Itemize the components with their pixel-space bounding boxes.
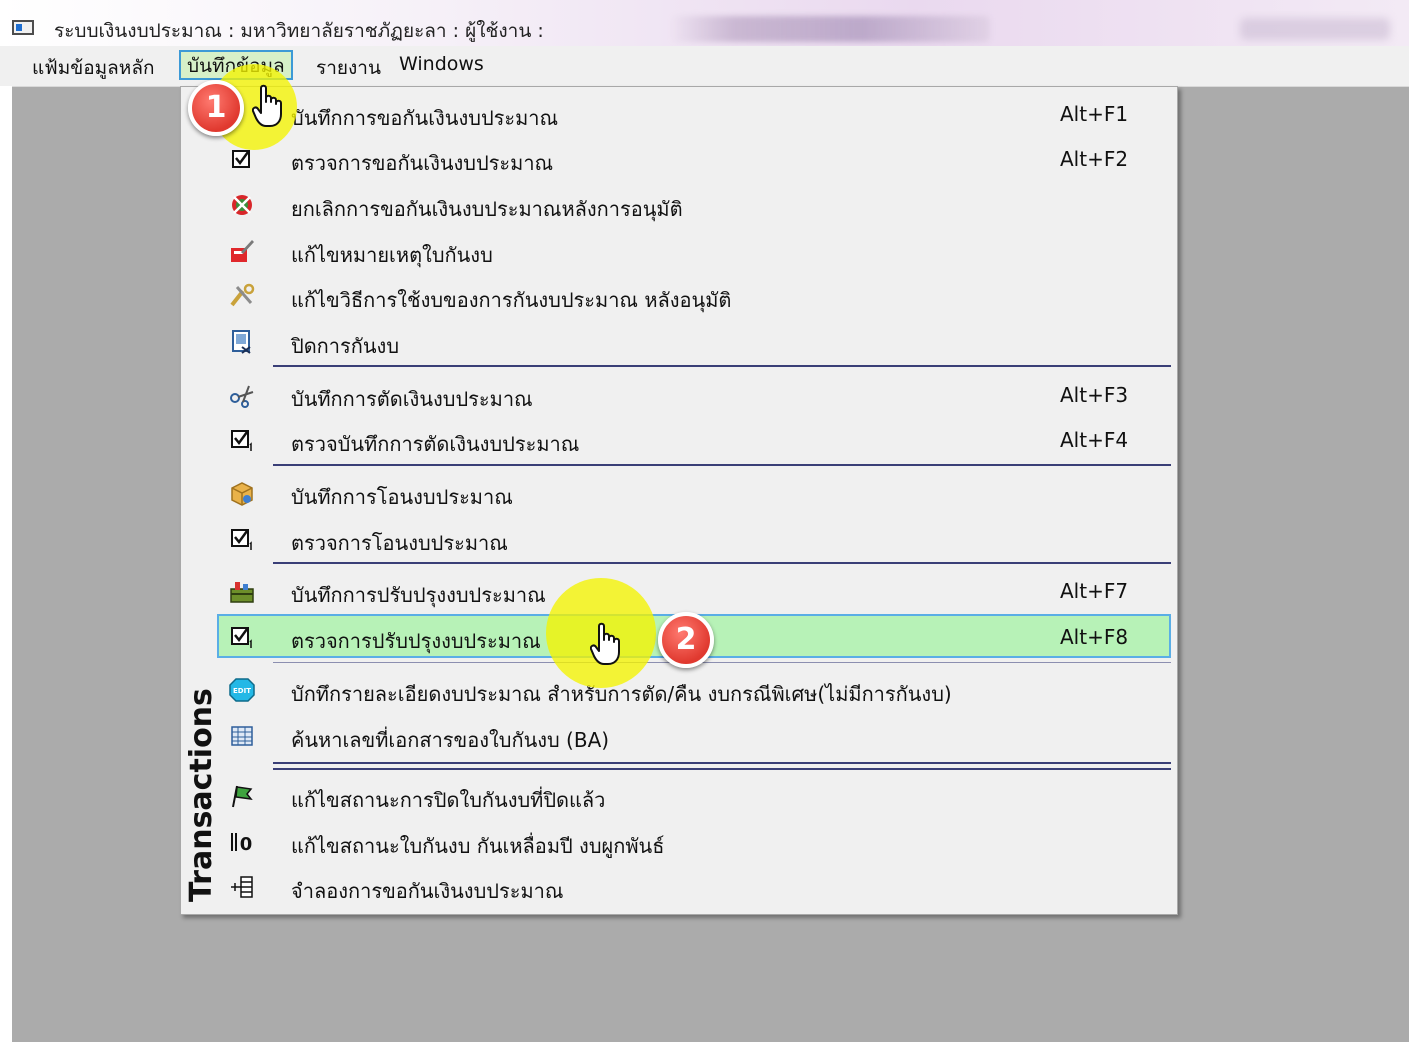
menu-master-data[interactable]: แฟ้มข้อมูลหลัก	[26, 53, 160, 83]
menu-item-label: แก้ไขวิธีการใช้งบของการกันงบประมาณ หลังอ…	[291, 288, 732, 312]
checkbox-one-icon	[229, 427, 255, 453]
menu-separator	[273, 768, 1171, 770]
menu-item-label: แก้ไขสถานะใบกันงบ กันเหลื่อมปี งบผูกพันธ…	[291, 834, 665, 858]
menu-item-record-budget-reservation[interactable]: บันทึกการขอกันเงินงบประมาณ Alt+F1	[217, 91, 1171, 135]
menu-item-edit-usage-method[interactable]: แก้ไขวิธีการใช้งบของการกันงบประมาณ หลังอ…	[217, 273, 1171, 317]
flag-icon	[229, 783, 255, 809]
step1-badge: 1	[188, 80, 244, 136]
cancel-globe-icon	[229, 192, 255, 218]
menu-item-search-ba-document[interactable]: ค้นหาเลขที่เอกสารของใบกันงบ (BA)	[217, 713, 1171, 757]
menu-item-close-reservation[interactable]: ปิดการกันงบ	[217, 319, 1171, 363]
hand-cursor-icon	[590, 622, 620, 665]
menu-item-label: ตรวจการขอกันเงินงบประมาณ	[291, 151, 554, 175]
menu-separator	[273, 464, 1171, 466]
status-number-icon: 0	[229, 829, 255, 855]
menu-item-label: ปิดการกันงบ	[291, 334, 400, 358]
edit-note-icon	[229, 238, 255, 264]
menu-item-label: บันทึกการโอนงบประมาณ	[291, 485, 513, 509]
checkbox-one-icon	[229, 526, 255, 552]
title-bar: ระบบเงินงบประมาณ : มหาวิทยาลัยราชภัฏยะลา…	[0, 0, 1409, 46]
menu-item-simulate-budget-reservation[interactable]: จำลองการขอกันเงินงบประมาณ	[217, 864, 1171, 908]
menu-item-record-special-budget-details[interactable]: EDIT บักทึกรายละเอียดงบประมาณ สำหรับการต…	[217, 667, 1171, 711]
menu-item-shortcut: Alt+F1	[1060, 102, 1129, 126]
menu-item-label: บันทึกการปรับปรุงงบประมาณ	[291, 583, 546, 607]
tools-icon	[229, 283, 255, 309]
menu-windows[interactable]: Windows	[393, 53, 490, 75]
menu-item-label: ยกเลิกการขอกันเงินงบประมาณหลังการอนุมัติ	[291, 197, 683, 221]
box-icon	[229, 480, 255, 506]
menu-item-label: ค้นหาเลขที่เอกสารของใบกันงบ (BA)	[291, 728, 610, 752]
menu-item-label: ตรวจบันทึกการตัดเงินงบประมาณ	[291, 432, 580, 456]
menu-item-shortcut: Alt+F8	[1060, 625, 1129, 649]
menu-item-label: แก้ไขหมายเหตุใบกันงบ	[291, 243, 493, 267]
scissors-icon	[229, 382, 255, 408]
client-area-edge	[0, 86, 12, 1042]
menu-separator	[273, 662, 1171, 663]
menu-item-check-budget-transfer[interactable]: ตรวจการโอนงบประมาณ	[217, 516, 1171, 560]
menu-item-shortcut: Alt+F3	[1060, 383, 1129, 407]
transactions-dropdown-menu: Transactions บันทึกการขอกันเงินงบประมาณ …	[180, 86, 1178, 915]
redacted-info	[1240, 18, 1390, 40]
menu-item-cancel-after-approval[interactable]: ยกเลิกการขอกันเงินงบประมาณหลังการอนุมัติ	[217, 182, 1171, 226]
menu-item-label: จำลองการขอกันเงินงบประมาณ	[291, 879, 564, 903]
menu-separator	[273, 762, 1171, 764]
menu-item-edit-carryover-status[interactable]: 0 แก้ไขสถานะใบกันงบ กันเหลื่อมปี งบผูกพั…	[217, 819, 1171, 863]
menu-item-record-budget-transfer[interactable]: บันทึกการโอนงบประมาณ	[217, 470, 1171, 514]
menu-item-label: ตรวจการปรับปรุงงบประมาณ	[291, 629, 541, 653]
hand-cursor-icon	[252, 84, 282, 127]
checkbox-one-icon	[229, 624, 255, 650]
menu-item-check-budget-reservation[interactable]: ตรวจการขอกันเงินงบประมาณ Alt+F2	[217, 136, 1171, 180]
menu-item-label: แก้ไขสถานะการปิดใบกันงบที่ปิดแล้ว	[291, 788, 606, 812]
table-grid-icon	[229, 723, 255, 749]
menu-item-edit-reservation-note[interactable]: แก้ไขหมายเหตุใบกันงบ	[217, 228, 1171, 272]
menu-item-edit-closed-status[interactable]: แก้ไขสถานะการปิดใบกันงบที่ปิดแล้ว	[217, 773, 1171, 817]
menu-item-shortcut: Alt+F7	[1060, 579, 1129, 603]
menu-item-shortcut: Alt+F4	[1060, 428, 1129, 452]
app-window-icon[interactable]	[12, 20, 34, 35]
toolbox-icon	[229, 578, 255, 604]
close-document-icon	[229, 329, 255, 355]
edit-badge-icon: EDIT	[229, 677, 255, 703]
redacted-username	[670, 16, 990, 42]
menu-item-record-budget-adjustment[interactable]: บันทึกการปรับปรุงงบประมาณ Alt+F7	[217, 568, 1171, 612]
menu-item-label: บันทึกการขอกันเงินงบประมาณ	[291, 106, 559, 130]
menu-item-shortcut: Alt+F2	[1060, 147, 1129, 171]
menu-item-label: บันทึกการตัดเงินงบประมาณ	[291, 387, 533, 411]
menu-reports[interactable]: รายงาน	[310, 53, 387, 83]
menu-item-check-budget-cut[interactable]: ตรวจบันทึกการตัดเงินงบประมาณ Alt+F4	[217, 417, 1171, 461]
window-title: ระบบเงินงบประมาณ : มหาวิทยาลัยราชภัฏยะลา…	[54, 20, 544, 42]
svg-text:EDIT: EDIT	[233, 687, 251, 695]
step2-badge: 2	[658, 612, 714, 668]
menu-separator	[273, 365, 1171, 367]
svg-text:0: 0	[240, 834, 253, 855]
transactions-side-label: Transactions	[184, 688, 219, 902]
menu-item-label: ตรวจการโอนงบประมาณ	[291, 531, 508, 555]
hierarchy-icon	[229, 874, 255, 900]
menu-separator	[273, 562, 1171, 564]
menu-item-record-budget-cut[interactable]: บันทึกการตัดเงินงบประมาณ Alt+F3	[217, 372, 1171, 416]
